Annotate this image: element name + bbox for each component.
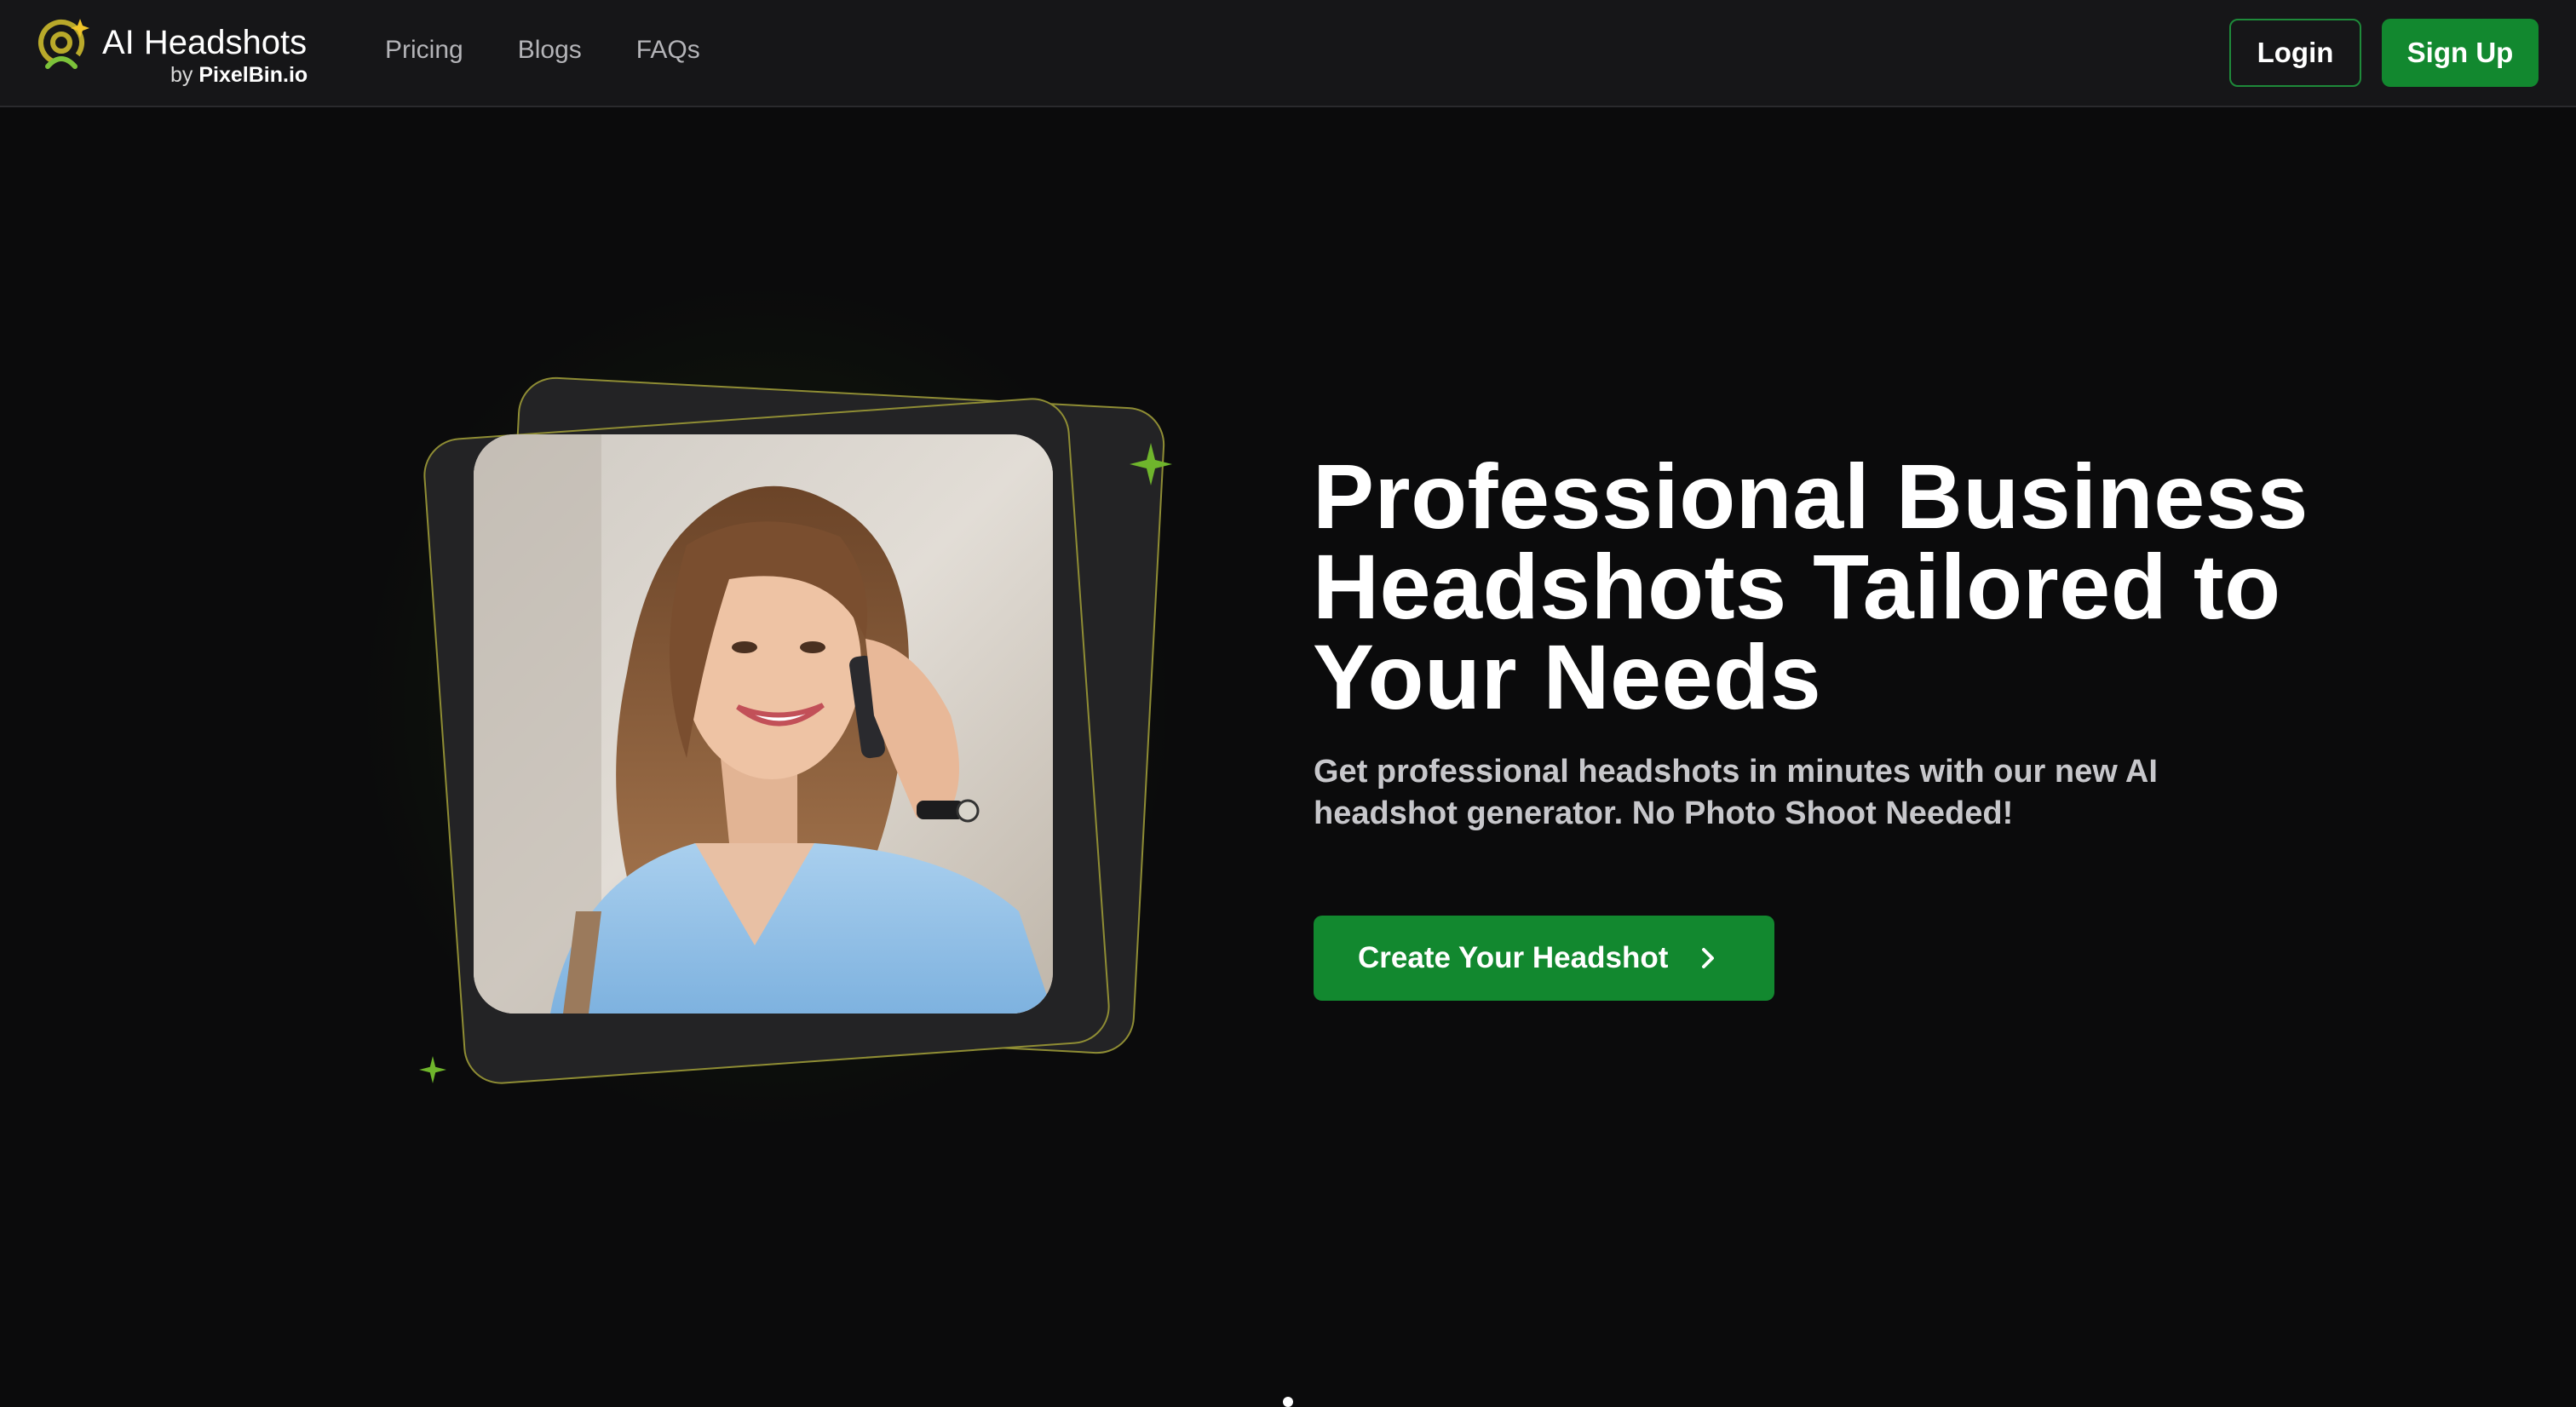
cta-label: Create Your Headshot (1358, 941, 1669, 974)
top-nav-bar: AI Headshots by PixelBin.io Pricing Blog… (0, 0, 2576, 107)
login-button[interactable]: Login (2229, 19, 2361, 87)
main-nav: Pricing Blogs FAQs (385, 36, 700, 70)
sign-up-button[interactable]: Sign Up (2382, 19, 2539, 87)
sparkle-icon (1130, 443, 1172, 485)
create-headshot-button[interactable]: Create Your Headshot (1314, 916, 1774, 1001)
nav-pricing[interactable]: Pricing (385, 36, 463, 70)
hero-photo (474, 434, 1053, 1014)
nav-faqs[interactable]: FAQs (636, 36, 700, 70)
brand-name: AI Headshots (102, 24, 308, 61)
hero-image-stack (409, 366, 1227, 1099)
nav-blogs[interactable]: Blogs (518, 36, 582, 70)
scroll-indicator (1283, 1397, 1293, 1407)
headshot-logo-icon (38, 19, 89, 69)
woman-headshot-image (474, 434, 1053, 1014)
hero-subtitle: Get professional headshots in minutes wi… (1314, 754, 2158, 831)
brand-byline: by PixelBin.io (170, 63, 308, 88)
sparkle-icon (419, 1056, 446, 1083)
hero-title: Professional Business Headshots Tailored… (1313, 445, 2309, 728)
brand-company: PixelBin.io (198, 63, 308, 87)
chevron-right-icon (1702, 948, 1714, 968)
brand-logo-link[interactable]: AI Headshots by PixelBin.io (36, 17, 325, 90)
brand-by-text: by (170, 63, 193, 87)
